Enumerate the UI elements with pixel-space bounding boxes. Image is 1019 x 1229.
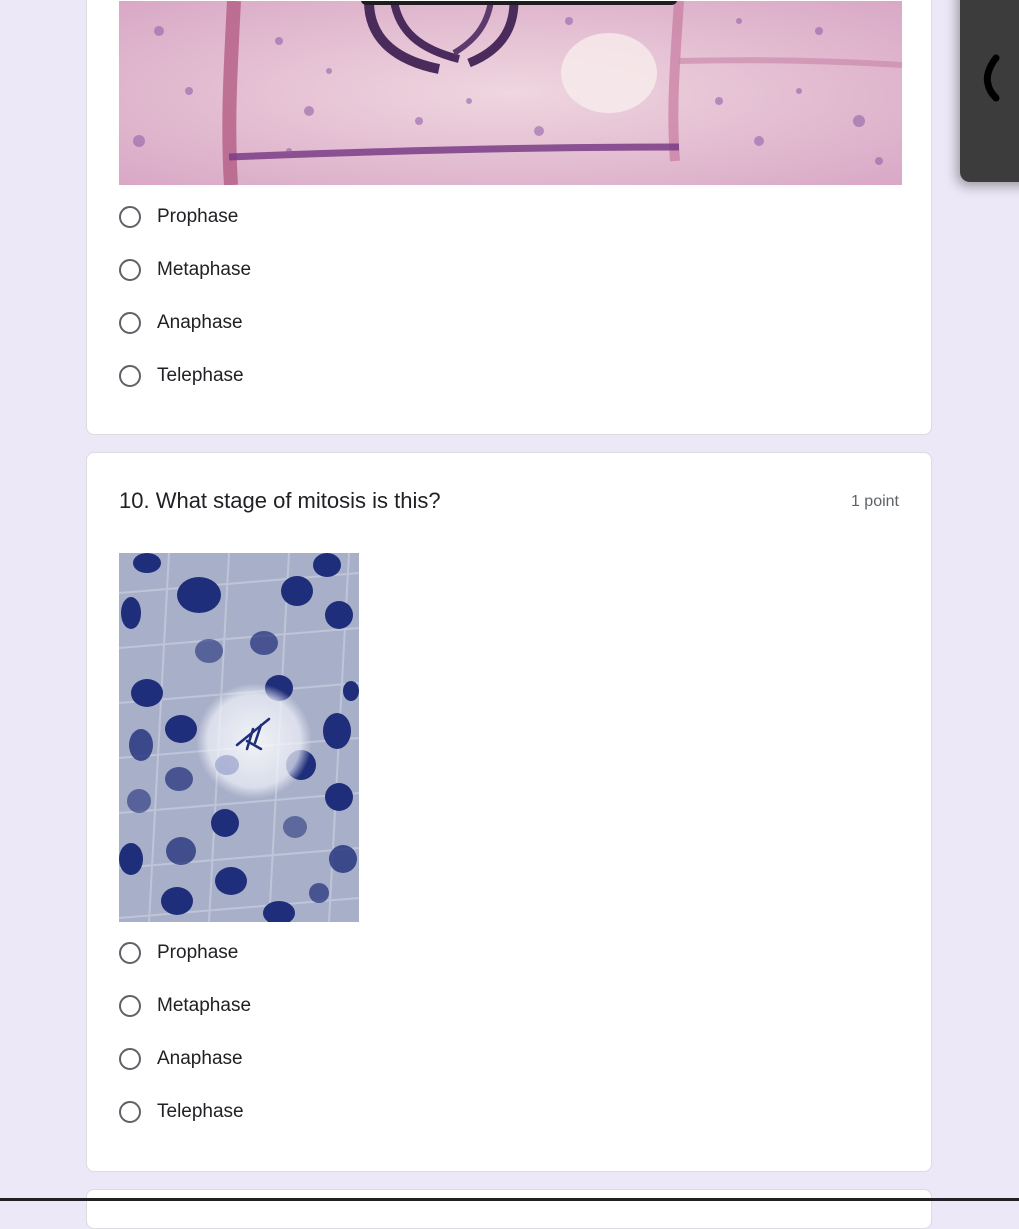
radio-button[interactable] [119,1101,141,1123]
option-telephase[interactable]: Telephase [119,1098,244,1126]
option-prophase[interactable]: Prophase [119,203,238,231]
chevron-left-icon[interactable] [982,54,1002,107]
option-label: Telephase [157,365,244,386]
question-image [119,553,359,922]
question-card-11 [86,1189,932,1229]
option-label: Metaphase [157,259,252,280]
radio-button[interactable] [119,1048,141,1070]
option-telephase[interactable]: Telephase [119,362,244,390]
option-anaphase[interactable]: Anaphase [119,309,243,337]
option-metaphase[interactable]: Metaphase [119,992,251,1020]
side-panel[interactable] [960,0,1019,182]
option-label: Metaphase [157,995,252,1016]
question-card-9: Prophase Metaphase Anaphase Telephase [86,0,932,435]
radio-button[interactable] [119,259,141,281]
radio-button[interactable] [119,942,141,964]
question-image [119,1,902,185]
option-label: Anaphase [157,1048,243,1069]
question-card-10: 10. What stage of mitosis is this? 1 poi… [86,452,932,1172]
option-metaphase[interactable]: Metaphase [119,256,251,284]
radio-button[interactable] [119,995,141,1017]
question-points: 1 point [850,493,899,510]
option-prophase[interactable]: Prophase [119,939,238,967]
option-label: Prophase [157,942,239,963]
option-anaphase[interactable]: Anaphase [119,1045,243,1073]
option-label: Anaphase [157,312,243,333]
question-title: 10. What stage of mitosis is this? [119,488,441,513]
option-label: Prophase [157,206,239,227]
radio-button[interactable] [119,365,141,387]
radio-button[interactable] [119,312,141,334]
radio-button[interactable] [119,206,141,228]
option-label: Telephase [157,1101,244,1122]
